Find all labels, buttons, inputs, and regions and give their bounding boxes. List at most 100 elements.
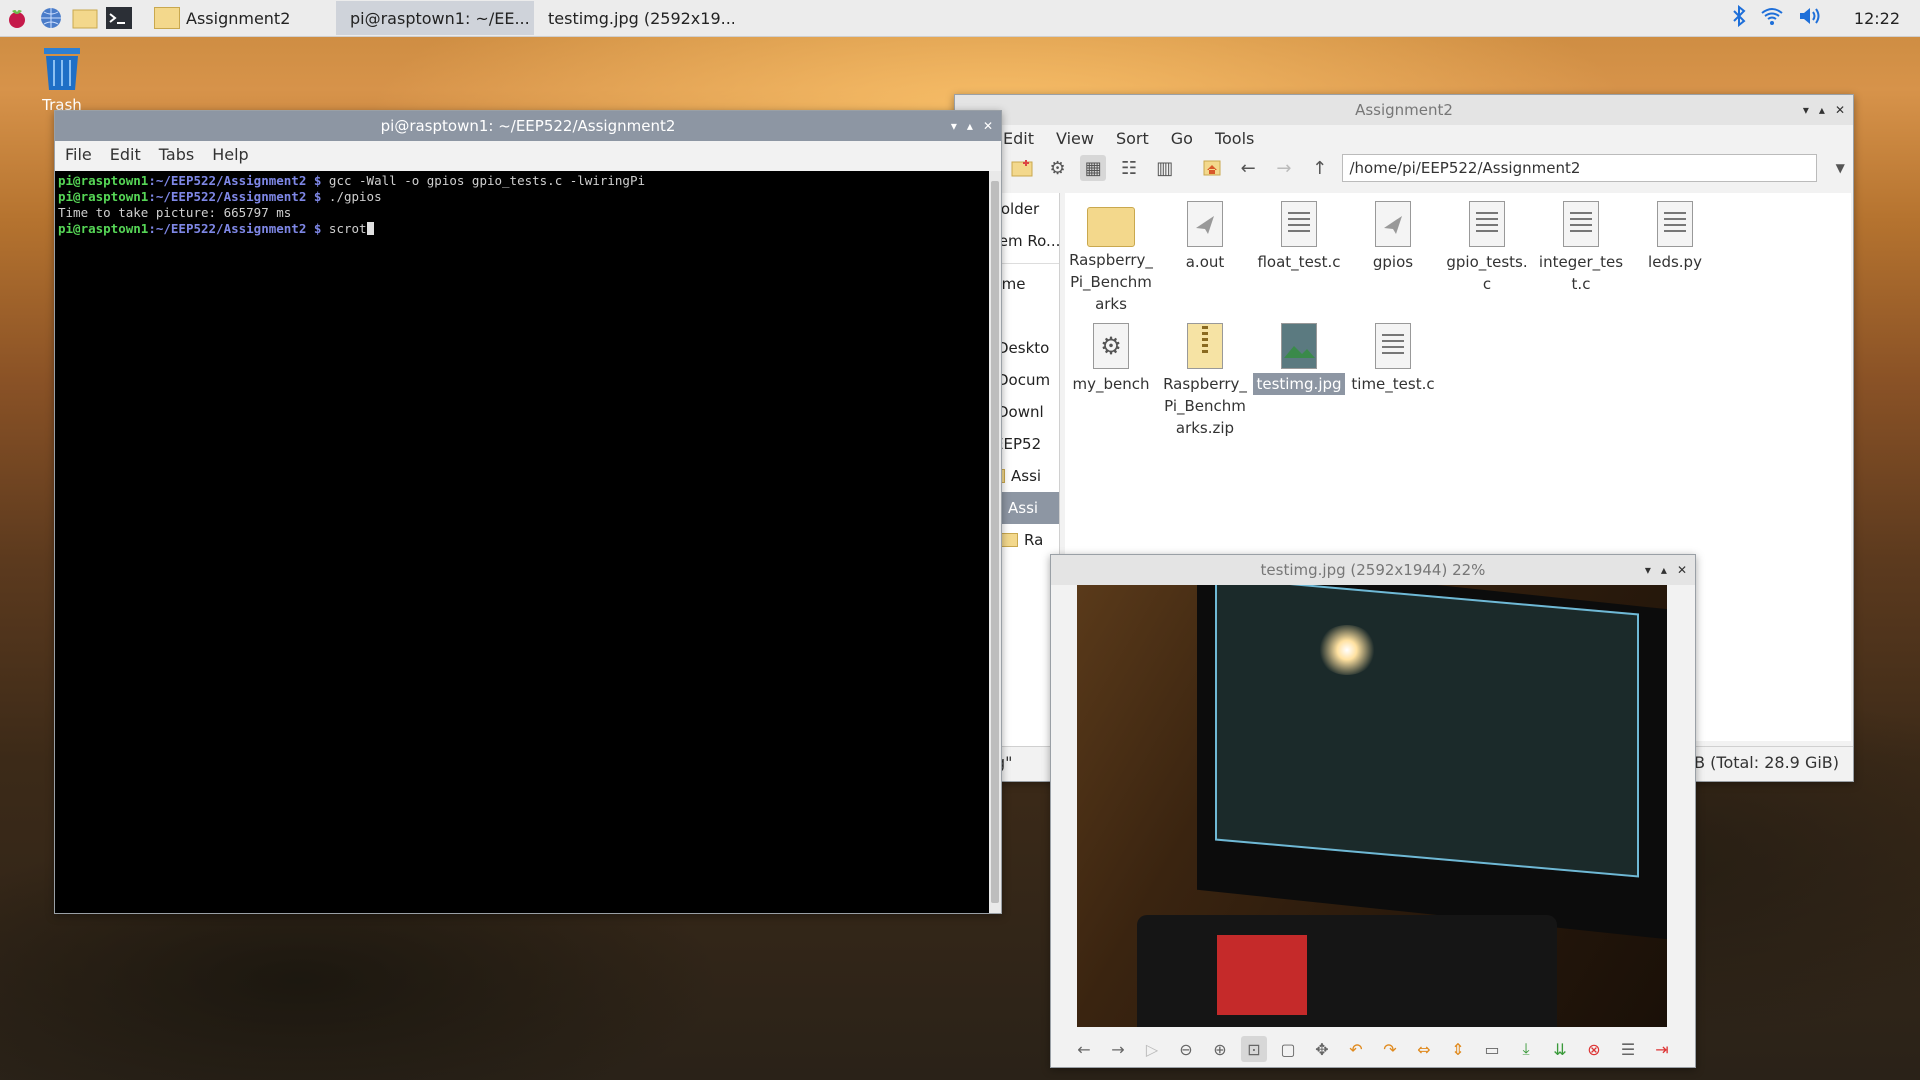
up-icon[interactable]: ↑	[1307, 155, 1333, 181]
maximize-button[interactable]: ▴	[1661, 563, 1667, 577]
minimize-button[interactable]: ▾	[1645, 563, 1651, 577]
terminal-line: pi@rasptown1:~/EEP522/Assignment2 $ scro…	[58, 221, 986, 237]
terminal-line: Time to take picture: 665797 ms	[58, 205, 292, 220]
taskbar: Assignment2 pi@rasptown1: ~/EE... testim…	[0, 0, 1920, 37]
image-viewer-titlebar[interactable]: testimg.jpg (2592x1944) 22% ▾ ▴ ✕	[1051, 555, 1695, 585]
scrollbar-thumb[interactable]	[991, 181, 999, 903]
file-item[interactable]: float_test.c	[1253, 201, 1345, 273]
menu-go[interactable]: Go	[1171, 129, 1193, 148]
raspberry-menu-icon[interactable]	[0, 1, 34, 35]
menu-tabs[interactable]: Tabs	[159, 145, 194, 164]
menu-help[interactable]: Help	[212, 145, 248, 164]
menu-sort[interactable]: Sort	[1116, 129, 1149, 148]
maximize-button[interactable]: ▴	[967, 119, 973, 133]
quit-icon[interactable]: ⇥	[1649, 1036, 1675, 1062]
flip-horizontal-icon[interactable]: ⇔	[1411, 1036, 1437, 1062]
task-terminal[interactable]: pi@rasptown1: ~/EE...	[336, 1, 534, 35]
terminal-line: pi@rasptown1:~/EEP522/Assignment2 $ ./gp…	[58, 189, 382, 204]
file-item[interactable]: gpio_tests.c	[1441, 201, 1533, 295]
folder-icon	[1087, 207, 1135, 247]
wifi-icon[interactable]	[1760, 6, 1784, 30]
terminal-scrollbar[interactable]	[989, 171, 1001, 913]
path-input[interactable]: /home/pi/EEP522/Assignment2	[1342, 154, 1818, 182]
desktop-trash[interactable]: Trash	[34, 44, 90, 114]
fullscreen-icon[interactable]: ✥	[1309, 1036, 1335, 1062]
previous-icon[interactable]: ←	[1071, 1036, 1097, 1062]
new-folder-icon[interactable]	[1009, 155, 1035, 181]
fit-window-icon[interactable]: ⊡	[1241, 1036, 1267, 1062]
file-item[interactable]: a.out	[1159, 201, 1251, 273]
close-button[interactable]: ✕	[1835, 103, 1845, 117]
minimize-button[interactable]: ▾	[951, 119, 957, 133]
file-item[interactable]: ⚙ my_bench	[1065, 323, 1157, 395]
menu-edit[interactable]: Edit	[110, 145, 141, 164]
file-item[interactable]: Raspberry_Pi_Benchmarks	[1065, 201, 1157, 315]
task-assignment2[interactable]: Assignment2	[146, 1, 336, 35]
photo-preview	[1077, 585, 1667, 1027]
original-size-icon[interactable]: ▢	[1275, 1036, 1301, 1062]
terminal-launcher-icon[interactable]	[102, 1, 136, 35]
terminal-line: pi@rasptown1:~/EEP522/Assignment2 $ gcc …	[58, 173, 646, 188]
volume-icon[interactable]	[1798, 6, 1822, 30]
delete-icon[interactable]: ⊗	[1581, 1036, 1607, 1062]
folder-icon	[154, 7, 180, 29]
zoom-in-icon[interactable]: ⊕	[1207, 1036, 1233, 1062]
task-image-viewer[interactable]: testimg.jpg (2592x19...	[534, 1, 734, 35]
menu-view[interactable]: View	[1056, 129, 1094, 148]
file-item[interactable]: leds.py	[1629, 201, 1721, 273]
next-icon[interactable]: →	[1105, 1036, 1131, 1062]
maximize-button[interactable]: ▴	[1819, 103, 1825, 117]
text-file-icon	[1277, 201, 1321, 249]
compact-view-icon[interactable]: ▥	[1152, 155, 1178, 181]
zoom-out-icon[interactable]: ⊖	[1173, 1036, 1199, 1062]
photo-screen	[1215, 585, 1639, 878]
terminal-output[interactable]: pi@rasptown1:~/EEP522/Assignment2 $ gcc …	[55, 171, 989, 913]
terminal-window: pi@rasptown1: ~/EEP522/Assignment2 ▾ ▴ ✕…	[54, 110, 1002, 914]
file-item[interactable]: gpios	[1347, 201, 1439, 273]
flip-vertical-icon[interactable]: ⇕	[1445, 1036, 1471, 1062]
save-icon[interactable]: ⤓	[1513, 1036, 1539, 1062]
menu-tools[interactable]: Tools	[1215, 129, 1254, 148]
text-file-icon	[1559, 201, 1603, 249]
open-file-icon[interactable]: ▭	[1479, 1036, 1505, 1062]
icon-view-icon[interactable]: ⚙	[1045, 155, 1071, 181]
image-viewer-window: testimg.jpg (2592x1944) 22% ▾ ▴ ✕ ← → ▷ …	[1050, 554, 1696, 1068]
rotate-right-icon[interactable]: ↷	[1377, 1036, 1403, 1062]
save-as-icon[interactable]: ⇊	[1547, 1036, 1573, 1062]
image-viewer-toolbar: ← → ▷ ⊖ ⊕ ⊡ ▢ ✥ ↶ ↷ ⇔ ⇕ ▭ ⤓ ⇊ ⊗ ☰ ⇥	[1051, 1031, 1695, 1067]
folder-icon	[1000, 533, 1019, 547]
preferences-icon[interactable]: ☰	[1615, 1036, 1641, 1062]
terminal-menubar: File Edit Tabs Help	[55, 141, 1001, 167]
list-view-icon[interactable]: ☷	[1116, 155, 1142, 181]
executable-icon	[1183, 201, 1227, 249]
terminal-titlebar[interactable]: pi@rasptown1: ~/EEP522/Assignment2 ▾ ▴ ✕	[55, 111, 1001, 141]
forward-icon[interactable]: →	[1271, 155, 1297, 181]
file-item[interactable]: Raspberry_Pi_Benchmarks.zip	[1159, 323, 1251, 439]
rotate-left-icon[interactable]: ↶	[1343, 1036, 1369, 1062]
slideshow-icon[interactable]: ▷	[1139, 1036, 1165, 1062]
executable-icon	[1371, 201, 1415, 249]
close-button[interactable]: ✕	[983, 119, 993, 133]
gear-file-icon: ⚙	[1089, 323, 1133, 371]
photo-sticker	[1217, 935, 1307, 1015]
home-icon[interactable]	[1200, 155, 1226, 181]
minimize-button[interactable]: ▾	[1803, 103, 1809, 117]
file-item-selected[interactable]: testimg.jpg	[1253, 323, 1345, 395]
clock: 12:22	[1853, 8, 1900, 28]
path-dropdown-icon[interactable]: ▼	[1827, 155, 1853, 181]
image-file-icon	[1277, 323, 1321, 371]
menu-file[interactable]: File	[65, 145, 92, 164]
back-icon[interactable]: ←	[1235, 155, 1261, 181]
text-file-icon	[1465, 201, 1509, 249]
file-item[interactable]: time_test.c	[1347, 323, 1439, 395]
zip-archive-icon	[1183, 323, 1227, 371]
close-button[interactable]: ✕	[1677, 563, 1687, 577]
file-manager-titlebar[interactable]: Assignment2 ▾ ▴ ✕	[955, 95, 1853, 125]
file-manager-icon[interactable]	[68, 1, 102, 35]
bluetooth-icon[interactable]	[1732, 4, 1746, 31]
photo-mug	[1137, 915, 1557, 1027]
file-item[interactable]: integer_test.c	[1535, 201, 1627, 295]
menu-edit[interactable]: Edit	[1003, 129, 1034, 148]
grid-view-icon[interactable]: ▦	[1080, 155, 1107, 181]
browser-icon[interactable]	[34, 1, 68, 35]
